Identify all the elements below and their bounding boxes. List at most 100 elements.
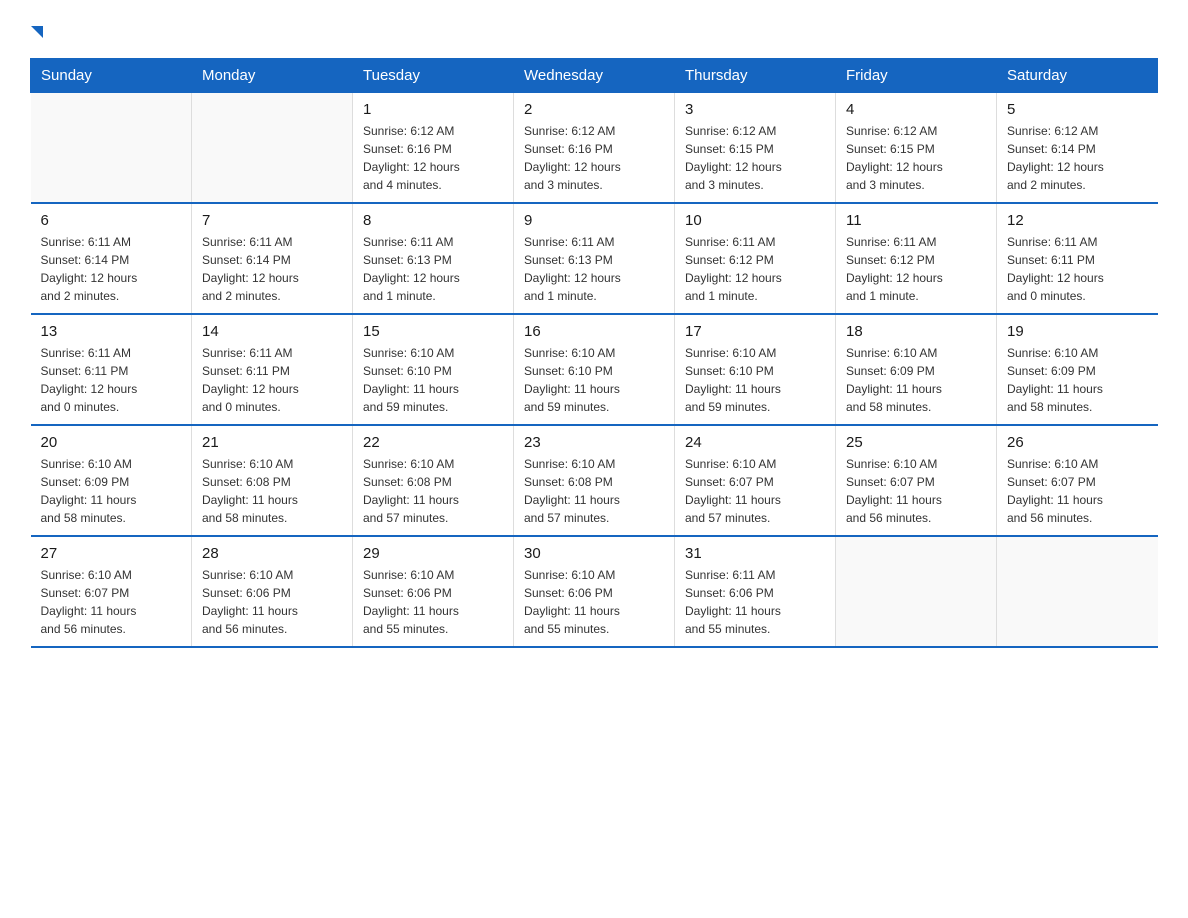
day-info: Sunrise: 6:10 AM Sunset: 6:07 PM Dayligh… xyxy=(685,455,825,527)
day-info: Sunrise: 6:10 AM Sunset: 6:09 PM Dayligh… xyxy=(1007,344,1148,416)
day-number: 27 xyxy=(41,545,182,562)
calendar-cell xyxy=(192,93,353,204)
calendar-cell: 1 Sunrise: 6:12 AM Sunset: 6:16 PM Daylig… xyxy=(353,93,514,204)
calendar-cell: 3 Sunrise: 6:12 AM Sunset: 6:15 PM Daylig… xyxy=(675,93,836,204)
day-info: Sunrise: 6:10 AM Sunset: 6:06 PM Dayligh… xyxy=(363,566,503,638)
day-info: Sunrise: 6:12 AM Sunset: 6:15 PM Dayligh… xyxy=(685,122,825,194)
day-info: Sunrise: 6:11 AM Sunset: 6:13 PM Dayligh… xyxy=(363,233,503,305)
calendar-cell: 19 Sunrise: 6:10 AM Sunset: 6:09 PM Dayli… xyxy=(997,314,1158,425)
calendar-cell: 7 Sunrise: 6:11 AM Sunset: 6:14 PM Daylig… xyxy=(192,203,353,314)
day-info: Sunrise: 6:10 AM Sunset: 6:09 PM Dayligh… xyxy=(41,455,182,527)
day-info: Sunrise: 6:11 AM Sunset: 6:11 PM Dayligh… xyxy=(202,344,342,416)
day-info: Sunrise: 6:10 AM Sunset: 6:06 PM Dayligh… xyxy=(202,566,342,638)
calendar-cell: 29 Sunrise: 6:10 AM Sunset: 6:06 PM Dayli… xyxy=(353,536,514,647)
day-header-saturday: Saturday xyxy=(997,59,1158,93)
calendar-cell xyxy=(31,93,192,204)
day-number: 30 xyxy=(524,545,664,562)
calendar-body: 1 Sunrise: 6:12 AM Sunset: 6:16 PM Daylig… xyxy=(31,93,1158,648)
week-row-3: 13 Sunrise: 6:11 AM Sunset: 6:11 PM Dayli… xyxy=(31,314,1158,425)
days-header-row: SundayMondayTuesdayWednesdayThursdayFrid… xyxy=(31,59,1158,93)
day-number: 18 xyxy=(846,323,986,340)
calendar-cell: 4Sunrise: 6:12 AM Sunset: 6:15 PM Daylig… xyxy=(836,93,997,204)
day-number: 4 xyxy=(846,101,986,118)
calendar-cell: 8 Sunrise: 6:11 AM Sunset: 6:13 PM Daylig… xyxy=(353,203,514,314)
calendar-cell: 28Sunrise: 6:10 AM Sunset: 6:06 PM Dayli… xyxy=(192,536,353,647)
day-number: 10 xyxy=(685,212,825,229)
calendar-cell: 23Sunrise: 6:10 AM Sunset: 6:08 PM Dayli… xyxy=(514,425,675,536)
logo-arrow-icon xyxy=(31,26,43,38)
day-info: Sunrise: 6:12 AM Sunset: 6:16 PM Dayligh… xyxy=(524,122,664,194)
day-number: 2 xyxy=(524,101,664,118)
page-header xyxy=(30,20,1158,38)
day-number: 12 xyxy=(1007,212,1148,229)
day-number: 26 xyxy=(1007,434,1148,451)
calendar-cell: 15Sunrise: 6:10 AM Sunset: 6:10 PM Dayli… xyxy=(353,314,514,425)
day-info: Sunrise: 6:10 AM Sunset: 6:06 PM Dayligh… xyxy=(524,566,664,638)
day-info: Sunrise: 6:10 AM Sunset: 6:07 PM Dayligh… xyxy=(41,566,182,638)
calendar-cell: 16Sunrise: 6:10 AM Sunset: 6:10 PM Dayli… xyxy=(514,314,675,425)
day-info: Sunrise: 6:10 AM Sunset: 6:08 PM Dayligh… xyxy=(524,455,664,527)
day-number: 6 xyxy=(41,212,182,229)
calendar-cell: 6 Sunrise: 6:11 AM Sunset: 6:14 PM Daylig… xyxy=(31,203,192,314)
day-info: Sunrise: 6:10 AM Sunset: 6:08 PM Dayligh… xyxy=(202,455,342,527)
day-info: Sunrise: 6:11 AM Sunset: 6:06 PM Dayligh… xyxy=(685,566,825,638)
calendar-cell: 21Sunrise: 6:10 AM Sunset: 6:08 PM Dayli… xyxy=(192,425,353,536)
day-number: 14 xyxy=(202,323,342,340)
day-number: 19 xyxy=(1007,323,1148,340)
day-header-friday: Friday xyxy=(836,59,997,93)
logo xyxy=(30,20,43,38)
day-info: Sunrise: 6:11 AM Sunset: 6:13 PM Dayligh… xyxy=(524,233,664,305)
calendar-cell: 31 Sunrise: 6:11 AM Sunset: 6:06 PM Dayli… xyxy=(675,536,836,647)
calendar-cell: 22 Sunrise: 6:10 AM Sunset: 6:08 PM Dayli… xyxy=(353,425,514,536)
day-number: 1 xyxy=(363,101,503,118)
calendar-cell: 10 Sunrise: 6:11 AM Sunset: 6:12 PM Dayli… xyxy=(675,203,836,314)
day-info: Sunrise: 6:10 AM Sunset: 6:10 PM Dayligh… xyxy=(685,344,825,416)
day-info: Sunrise: 6:11 AM Sunset: 6:12 PM Dayligh… xyxy=(685,233,825,305)
calendar-cell xyxy=(997,536,1158,647)
day-header-thursday: Thursday xyxy=(675,59,836,93)
day-info: Sunrise: 6:10 AM Sunset: 6:09 PM Dayligh… xyxy=(846,344,986,416)
calendar-cell: 11 Sunrise: 6:11 AM Sunset: 6:12 PM Dayli… xyxy=(836,203,997,314)
day-info: Sunrise: 6:11 AM Sunset: 6:11 PM Dayligh… xyxy=(41,344,182,416)
day-info: Sunrise: 6:11 AM Sunset: 6:14 PM Dayligh… xyxy=(202,233,342,305)
day-number: 11 xyxy=(846,212,986,229)
week-row-1: 1 Sunrise: 6:12 AM Sunset: 6:16 PM Daylig… xyxy=(31,93,1158,204)
day-number: 3 xyxy=(685,101,825,118)
day-info: Sunrise: 6:11 AM Sunset: 6:11 PM Dayligh… xyxy=(1007,233,1148,305)
calendar-header: SundayMondayTuesdayWednesdayThursdayFrid… xyxy=(31,59,1158,93)
calendar-cell: 9 Sunrise: 6:11 AM Sunset: 6:13 PM Daylig… xyxy=(514,203,675,314)
day-info: Sunrise: 6:10 AM Sunset: 6:10 PM Dayligh… xyxy=(524,344,664,416)
day-number: 31 xyxy=(685,545,825,562)
calendar-cell: 12 Sunrise: 6:11 AM Sunset: 6:11 PM Dayli… xyxy=(997,203,1158,314)
calendar-cell: 5 Sunrise: 6:12 AM Sunset: 6:14 PM Daylig… xyxy=(997,93,1158,204)
day-number: 15 xyxy=(363,323,503,340)
day-header-wednesday: Wednesday xyxy=(514,59,675,93)
calendar-cell: 30 Sunrise: 6:10 AM Sunset: 6:06 PM Dayli… xyxy=(514,536,675,647)
calendar-cell: 14 Sunrise: 6:11 AM Sunset: 6:11 PM Dayli… xyxy=(192,314,353,425)
day-number: 22 xyxy=(363,434,503,451)
day-info: Sunrise: 6:12 AM Sunset: 6:16 PM Dayligh… xyxy=(363,122,503,194)
day-info: Sunrise: 6:10 AM Sunset: 6:08 PM Dayligh… xyxy=(363,455,503,527)
day-number: 7 xyxy=(202,212,342,229)
calendar-cell: 24 Sunrise: 6:10 AM Sunset: 6:07 PM Dayli… xyxy=(675,425,836,536)
day-number: 24 xyxy=(685,434,825,451)
day-number: 9 xyxy=(524,212,664,229)
day-header-tuesday: Tuesday xyxy=(353,59,514,93)
day-number: 13 xyxy=(41,323,182,340)
day-number: 29 xyxy=(363,545,503,562)
day-number: 8 xyxy=(363,212,503,229)
calendar-cell xyxy=(836,536,997,647)
day-info: Sunrise: 6:11 AM Sunset: 6:14 PM Dayligh… xyxy=(41,233,182,305)
calendar-cell: 2 Sunrise: 6:12 AM Sunset: 6:16 PM Daylig… xyxy=(514,93,675,204)
calendar-cell: 18 Sunrise: 6:10 AM Sunset: 6:09 PM Dayli… xyxy=(836,314,997,425)
day-info: Sunrise: 6:12 AM Sunset: 6:14 PM Dayligh… xyxy=(1007,122,1148,194)
week-row-2: 6 Sunrise: 6:11 AM Sunset: 6:14 PM Daylig… xyxy=(31,203,1158,314)
calendar-cell: 26Sunrise: 6:10 AM Sunset: 6:07 PM Dayli… xyxy=(997,425,1158,536)
day-info: Sunrise: 6:10 AM Sunset: 6:07 PM Dayligh… xyxy=(846,455,986,527)
calendar-cell: 25Sunrise: 6:10 AM Sunset: 6:07 PM Dayli… xyxy=(836,425,997,536)
day-number: 5 xyxy=(1007,101,1148,118)
calendar-cell: 20Sunrise: 6:10 AM Sunset: 6:09 PM Dayli… xyxy=(31,425,192,536)
calendar-cell: 27 Sunrise: 6:10 AM Sunset: 6:07 PM Dayli… xyxy=(31,536,192,647)
day-info: Sunrise: 6:11 AM Sunset: 6:12 PM Dayligh… xyxy=(846,233,986,305)
calendar-table: SundayMondayTuesdayWednesdayThursdayFrid… xyxy=(30,58,1158,648)
